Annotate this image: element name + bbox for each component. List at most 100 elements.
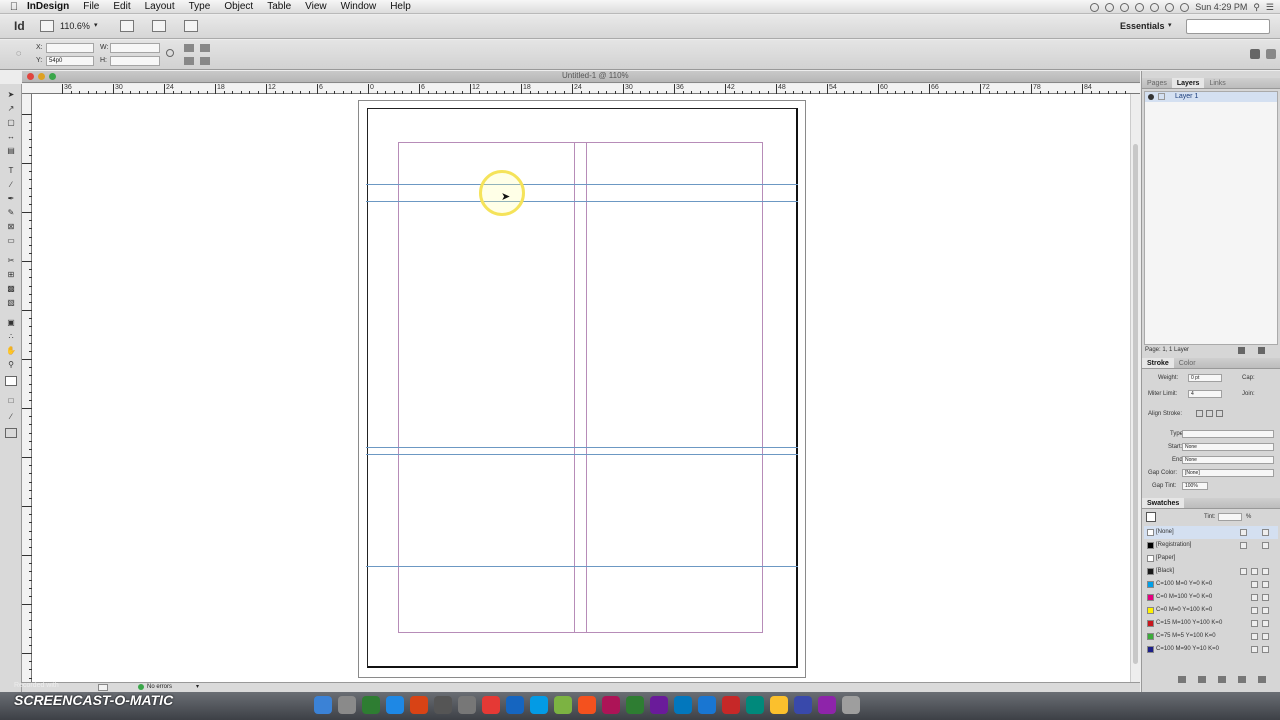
swatch-row[interactable]: [Black] [1144,565,1278,578]
dock-app-icon[interactable] [602,696,620,714]
tint-field[interactable] [1218,513,1242,521]
dock-app-icon[interactable] [434,696,452,714]
chevron-down-icon[interactable]: ▾ [94,21,98,29]
spotlight-icon[interactable]: ⚲ [1253,2,1260,13]
dock-app-icon[interactable] [362,696,380,714]
page-number-field[interactable] [98,684,108,691]
vertical-ruler[interactable] [22,94,32,695]
gap-color-select[interactable]: [None] [1182,469,1274,477]
pen-tool-icon[interactable]: ✒ [5,194,17,204]
minimize-window-icon[interactable] [38,73,45,80]
dock-app-icon[interactable] [650,696,668,714]
menu-edit[interactable]: Edit [106,0,137,14]
rotate-icon[interactable] [184,57,194,65]
new-swatch-icon[interactable] [1238,676,1246,683]
workspace-switcher[interactable]: Essentials [1120,21,1165,31]
dock-app-icon[interactable] [506,696,524,714]
apple-icon[interactable]:  [0,1,20,13]
ruler-guide[interactable] [366,566,798,567]
dock-app-icon[interactable] [482,696,500,714]
bridge-icon[interactable] [40,20,54,32]
menu-file[interactable]: File [76,0,106,14]
type-select[interactable] [1182,430,1274,438]
pasteboard[interactable]: ➤ [32,94,1140,682]
dock-app-icon[interactable] [722,696,740,714]
horizontal-ruler[interactable]: 36 30 24 18 12 6 0 6 12 18 24 30 36 42 48 54 60 66 72 78 84 [22,84,1140,94]
chevron-down-icon[interactable]: ▾ [196,683,199,690]
constrain-proportions-icon[interactable] [166,49,174,57]
formatting-affects-container-icon[interactable]: □ [5,396,17,406]
zoom-window-icon[interactable] [49,73,56,80]
swatch-row[interactable]: C=15 M=100 Y=100 K=0 [1144,617,1278,630]
dock-app-icon[interactable] [746,696,764,714]
eye-icon[interactable] [1148,94,1154,100]
menu-layout[interactable]: Layout [138,0,182,14]
layer-row[interactable]: Layer 1 [1145,92,1277,102]
delete-swatch-icon[interactable] [1258,676,1266,683]
show-swatches-icon[interactable] [1178,676,1186,683]
quick-apply-icon[interactable] [1250,49,1260,59]
bluetooth-icon[interactable] [1150,2,1160,12]
gradient-swatch-tool-icon[interactable]: ▩ [5,284,17,294]
menu-type[interactable]: Type [182,0,218,14]
hand-tool-icon[interactable]: ✋ [5,346,17,356]
direct-selection-tool-icon[interactable]: ↗ [5,104,17,114]
align-center-icon[interactable] [1196,410,1203,417]
swatch-row[interactable]: [None] [1144,526,1278,539]
time-machine-icon[interactable] [1135,2,1145,12]
zoom-tool-icon[interactable]: ⚲ [5,360,17,370]
tab-stroke[interactable]: Stroke [1142,358,1174,368]
tab-color[interactable]: Color [1174,358,1201,368]
scale-x-icon[interactable] [184,44,194,52]
dock-app-icon[interactable] [386,696,404,714]
fill-stroke-icon[interactable] [5,376,17,386]
dock-app-icon[interactable] [698,696,716,714]
ruler-guide[interactable] [366,201,798,202]
arrange-documents-icon[interactable] [184,20,198,32]
menu-view[interactable]: View [298,0,334,14]
dock-app-icon[interactable] [554,696,572,714]
miter-field[interactable]: 4 [1188,390,1222,398]
shear-icon[interactable] [200,57,210,65]
view-options-icon[interactable] [120,20,134,32]
dock-app-icon[interactable] [818,696,836,714]
content-collector-icon[interactable]: ▤ [5,146,17,156]
close-window-icon[interactable] [27,73,34,80]
screen-mode-icon[interactable] [152,20,166,32]
dock-app-icon[interactable] [794,696,812,714]
layer-name[interactable]: Layer 1 [1175,93,1198,100]
wifi-icon[interactable] [1165,2,1175,12]
tab-layers[interactable]: Layers [1171,78,1205,88]
line-tool-icon[interactable]: ∕ [5,180,17,190]
clock[interactable]: Sun 4:29 PM [1195,2,1247,12]
dock-app-icon[interactable] [458,696,476,714]
align-outside-icon[interactable] [1216,410,1223,417]
new-layer-icon[interactable] [1238,347,1245,354]
swatch-row[interactable]: C=0 M=0 Y=100 K=0 [1144,604,1278,617]
scissors-tool-icon[interactable]: ✂ [5,256,17,266]
document-page[interactable] [367,108,798,668]
menu-app-indesign[interactable]: InDesign [20,0,76,14]
volume-icon[interactable] [1180,2,1190,12]
swatch-row[interactable]: C=100 M=0 Y=0 K=0 [1144,578,1278,591]
document-title[interactable]: Untitled-1 @ 110% [562,71,629,80]
reference-point-icon[interactable]: ◌ [16,48,21,58]
selection-tool-icon[interactable]: ➤ [5,90,17,100]
panel-menu-icon[interactable] [1266,49,1276,59]
dock-app-icon[interactable] [626,696,644,714]
dock-app-icon[interactable] [410,696,428,714]
h-field[interactable] [110,56,160,66]
tray-icon[interactable] [1105,2,1115,12]
preflight-status[interactable]: No errors [147,684,172,690]
ruler-guide[interactable] [366,447,798,448]
dock-app-icon[interactable] [674,696,692,714]
swatch-row[interactable]: C=100 M=90 Y=10 K=0 [1144,643,1278,656]
delete-layer-icon[interactable] [1258,347,1265,354]
swatch-row[interactable]: C=0 M=100 Y=0 K=0 [1144,591,1278,604]
menu-help[interactable]: Help [383,0,418,14]
y-field[interactable]: 54p0 [46,56,94,66]
scrollbar-thumb[interactable] [1133,144,1138,664]
show-gradient-swatches-icon[interactable] [1218,676,1226,683]
lock-toggle-icon[interactable] [1158,93,1165,100]
weight-field[interactable]: 0 pt [1188,374,1222,382]
